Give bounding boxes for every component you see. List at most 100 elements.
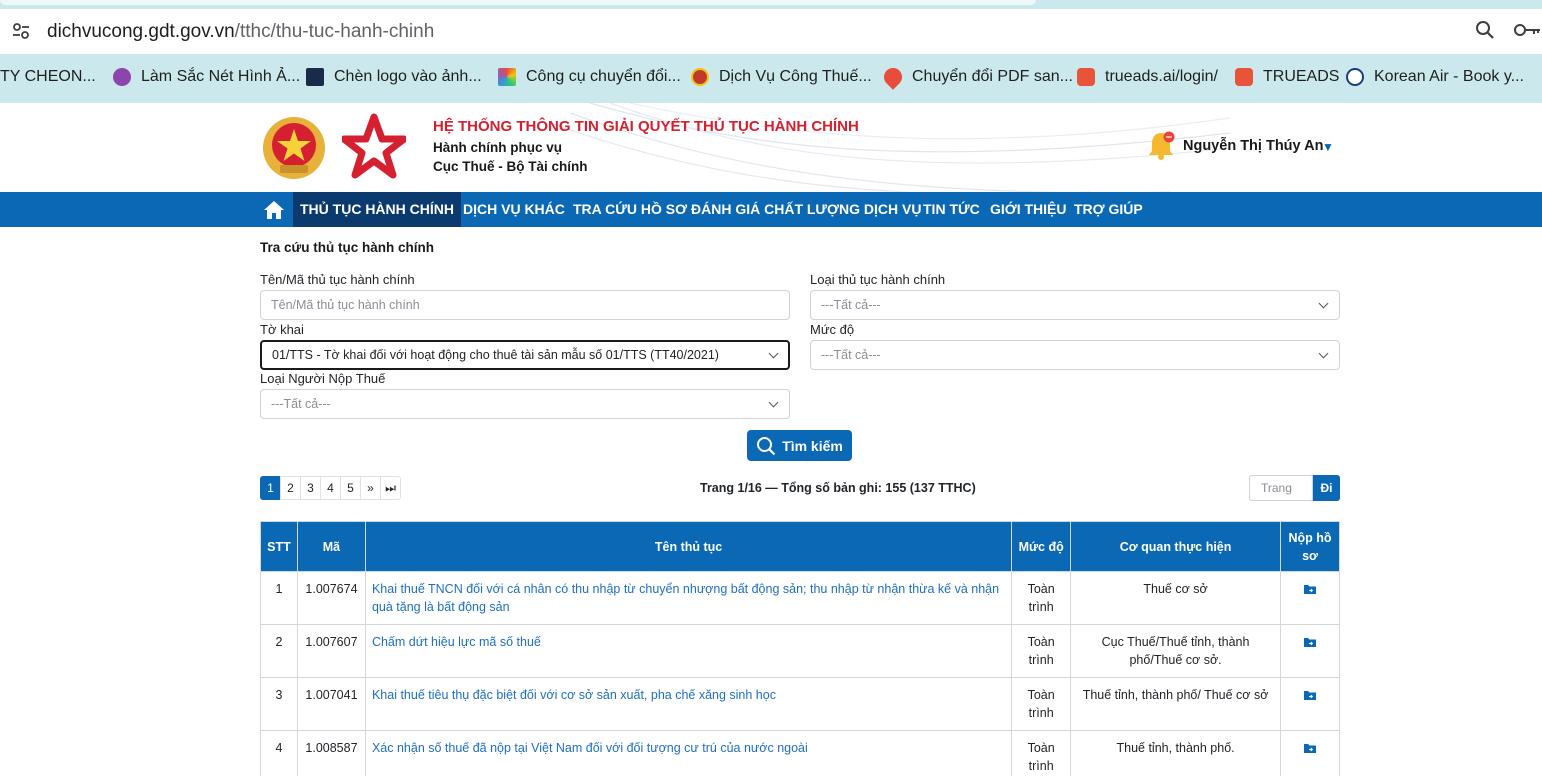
submit-folder-icon[interactable] <box>1303 689 1317 701</box>
zoom-icon[interactable] <box>1474 19 1498 43</box>
procedure-name-label: Tên/Mã thủ tục hành chính <box>260 272 415 287</box>
submit-folder-icon[interactable] <box>1303 636 1317 648</box>
tax-form-select[interactable]: 01/TTS - Tờ khai đối với hoạt động cho t… <box>260 340 790 370</box>
bookmark-label: Làm Sắc Nét Hình Ả... <box>141 68 301 85</box>
page-4[interactable]: 4 <box>320 476 341 500</box>
bookmark-favicon-icon <box>691 68 709 86</box>
procedure-link[interactable]: Xác nhận số thuế đã nộp tại Việt Nam đối… <box>364 730 1013 776</box>
procedure-type-select[interactable]: ---Tất cả--- <box>810 290 1340 320</box>
row-code: 1.007041 <box>296 677 366 731</box>
bookmark-label: Công cụ chuyển đổi... <box>526 68 681 85</box>
active-tab[interactable] <box>0 0 1036 5</box>
page-info: Trang 1/16 — Tổng số bản ghi: 155 (137 T… <box>700 481 976 495</box>
nav-item-administrative-procedures[interactable]: THỦ TỤC HÀNH CHÍNH <box>293 192 461 227</box>
search-button[interactable]: Tìm kiếm <box>747 430 852 461</box>
home-icon[interactable] <box>262 199 286 221</box>
pagination: 1 2 3 4 5 » ⏭ <box>260 476 401 500</box>
bookmark-item[interactable]: TY CHEON... <box>0 66 96 88</box>
nav-item-service-quality[interactable]: ĐÁNH GIÁ CHẤT LƯỢNG DỊCH VỤ <box>684 192 928 227</box>
column-header-stt: STT <box>260 521 298 572</box>
page-5[interactable]: 5 <box>340 476 361 500</box>
table-row: 2 1.007607 Chấm dứt hiệu lực mã số thuế … <box>260 624 1341 678</box>
row-agency: Thuế tỉnh, thành phố. <box>1070 730 1281 776</box>
nav-item-lookup-records[interactable]: TRA CỨU HỒ SƠ <box>566 192 694 227</box>
bookmark-favicon-icon <box>113 68 131 86</box>
procedure-name-input[interactable]: Tên/Mã thủ tục hành chính <box>260 290 790 320</box>
procedure-link[interactable]: Chấm dứt hiệu lực mã số thuế <box>364 624 1013 678</box>
password-key-icon[interactable] <box>1512 19 1542 43</box>
procedure-link[interactable]: Khai thuế TNCN đối với cá nhân có thu nh… <box>364 571 1013 625</box>
taxpayer-type-select[interactable]: ---Tất cả--- <box>260 389 790 419</box>
column-header-name: Tên thủ tục <box>364 521 1013 572</box>
row-stt: 1 <box>260 571 298 625</box>
caret-down-icon[interactable]: ▼ <box>1322 140 1334 154</box>
bookmark-favicon-icon <box>1077 68 1095 86</box>
row-level: Toàn trình <box>1011 730 1072 776</box>
goto-page-input[interactable]: Trang <box>1249 475 1313 501</box>
bookmark-item[interactable]: trueads.ai/login/ <box>1077 66 1218 88</box>
page-1[interactable]: 1 <box>260 476 281 500</box>
submit-cell <box>1279 624 1341 678</box>
page-3[interactable]: 3 <box>300 476 321 500</box>
column-header-submit: Nộp hồ sơ <box>1279 521 1341 572</box>
submit-folder-icon[interactable] <box>1303 742 1317 754</box>
nav-item-about[interactable]: GIỚI THIỆU <box>983 192 1074 227</box>
nav-item-news[interactable]: TIN TỨC <box>916 192 987 227</box>
user-menu[interactable]: Nguyễn Thị Thúy An <box>1183 138 1323 154</box>
national-emblem-icon <box>263 117 325 179</box>
row-agency: Thuế cơ sở <box>1070 571 1281 625</box>
url-text[interactable]: dichvucong.gdt.gov.vn/tthc/thu-tuc-hanh-… <box>47 21 434 43</box>
taxpayer-type-label: Loại Người Nộp Thuế <box>260 371 386 386</box>
column-header-code: Mã <box>296 521 366 572</box>
bookmark-label: TRUEADS <box>1263 68 1340 85</box>
table-row: 3 1.007041 Khai thuế tiêu thụ đặc biệt đ… <box>260 677 1341 731</box>
last-page-button[interactable]: ⏭ <box>380 476 401 500</box>
bookmark-favicon-icon <box>498 68 516 86</box>
submit-folder-icon[interactable] <box>1303 583 1317 595</box>
bookmark-item[interactable]: Làm Sắc Nét Hình Ả... <box>113 66 300 88</box>
bookmark-item[interactable]: Dịch Vụ Công Thuế... <box>691 66 872 88</box>
submit-cell <box>1279 677 1341 731</box>
row-code: 1.007607 <box>296 624 366 678</box>
submit-cell <box>1279 571 1341 625</box>
bookmark-item[interactable]: Chuyển đổi PDF san... <box>880 64 1073 90</box>
bookmark-favicon-icon <box>306 68 324 86</box>
submit-cell <box>1279 730 1341 776</box>
bookmark-item[interactable]: Chèn logo vào ảnh... <box>306 66 482 88</box>
goto-page-button[interactable]: Đi <box>1313 475 1340 501</box>
row-level: Toàn trình <box>1011 677 1072 731</box>
bookmark-item[interactable]: Korean Air - Book y... <box>1346 66 1524 88</box>
table-row: 4 1.008587 Xác nhận số thuế đã nộp tại V… <box>260 730 1341 776</box>
tax-form-label: Tờ khai <box>260 322 304 337</box>
site-settings-icon[interactable] <box>9 20 33 44</box>
level-select[interactable]: ---Tất cả--- <box>810 340 1340 370</box>
notification-bell-icon[interactable] <box>1146 129 1176 161</box>
nav-item-other-services[interactable]: DỊCH VỤ KHÁC <box>456 192 572 227</box>
level-label: Mức độ <box>810 322 855 337</box>
bookmark-item[interactable]: Công cụ chuyển đổi... <box>498 66 681 88</box>
bookmark-label: trueads.ai/login/ <box>1105 68 1218 85</box>
bookmarks-bar: TY CHEON... Làm Sắc Nét Hình Ả... Chèn l… <box>0 60 1542 94</box>
search-button-label: Tìm kiếm <box>782 437 843 454</box>
row-code: 1.007674 <box>296 571 366 625</box>
bookmark-label: Korean Air - Book y... <box>1374 68 1524 85</box>
system-subtitle: Hành chính phục vụ <box>433 140 563 155</box>
table-header-row: STT Mã Tên thủ tục Mức độ Cơ quan thực h… <box>260 521 1341 572</box>
procedure-link[interactable]: Khai thuế tiêu thụ đặc biệt đối với cơ s… <box>364 677 1013 731</box>
page-title: Tra cứu thủ tục hành chính <box>260 240 435 255</box>
next-page-button[interactable]: » <box>360 476 381 500</box>
tax-logo-icon <box>342 113 406 179</box>
url-host: dichvucong.gdt.gov.vn <box>47 21 235 42</box>
bookmark-item[interactable]: TRUEADS <box>1235 66 1339 88</box>
bookmark-label: TY CHEON... <box>0 68 96 85</box>
main-nav: THỦ TỤC HÀNH CHÍNH DỊCH VỤ KHÁC TRA CỨU … <box>0 192 1542 227</box>
address-bar[interactable]: dichvucong.gdt.gov.vn/tthc/thu-tuc-hanh-… <box>0 9 1542 54</box>
row-stt: 4 <box>260 730 298 776</box>
page-2[interactable]: 2 <box>280 476 301 500</box>
column-header-agency: Cơ quan thực hiện <box>1070 521 1281 572</box>
nav-item-help[interactable]: TRỢ GIÚP <box>1067 192 1150 227</box>
url-path: /tthc/thu-tuc-hanh-chinh <box>234 21 435 42</box>
column-header-level: Mức độ <box>1011 521 1072 572</box>
agency-name: Cục Thuế - Bộ Tài chính <box>433 159 588 174</box>
row-agency: Cục Thuế/Thuế tỉnh, thành phố/Thuế cơ sở… <box>1070 624 1281 678</box>
